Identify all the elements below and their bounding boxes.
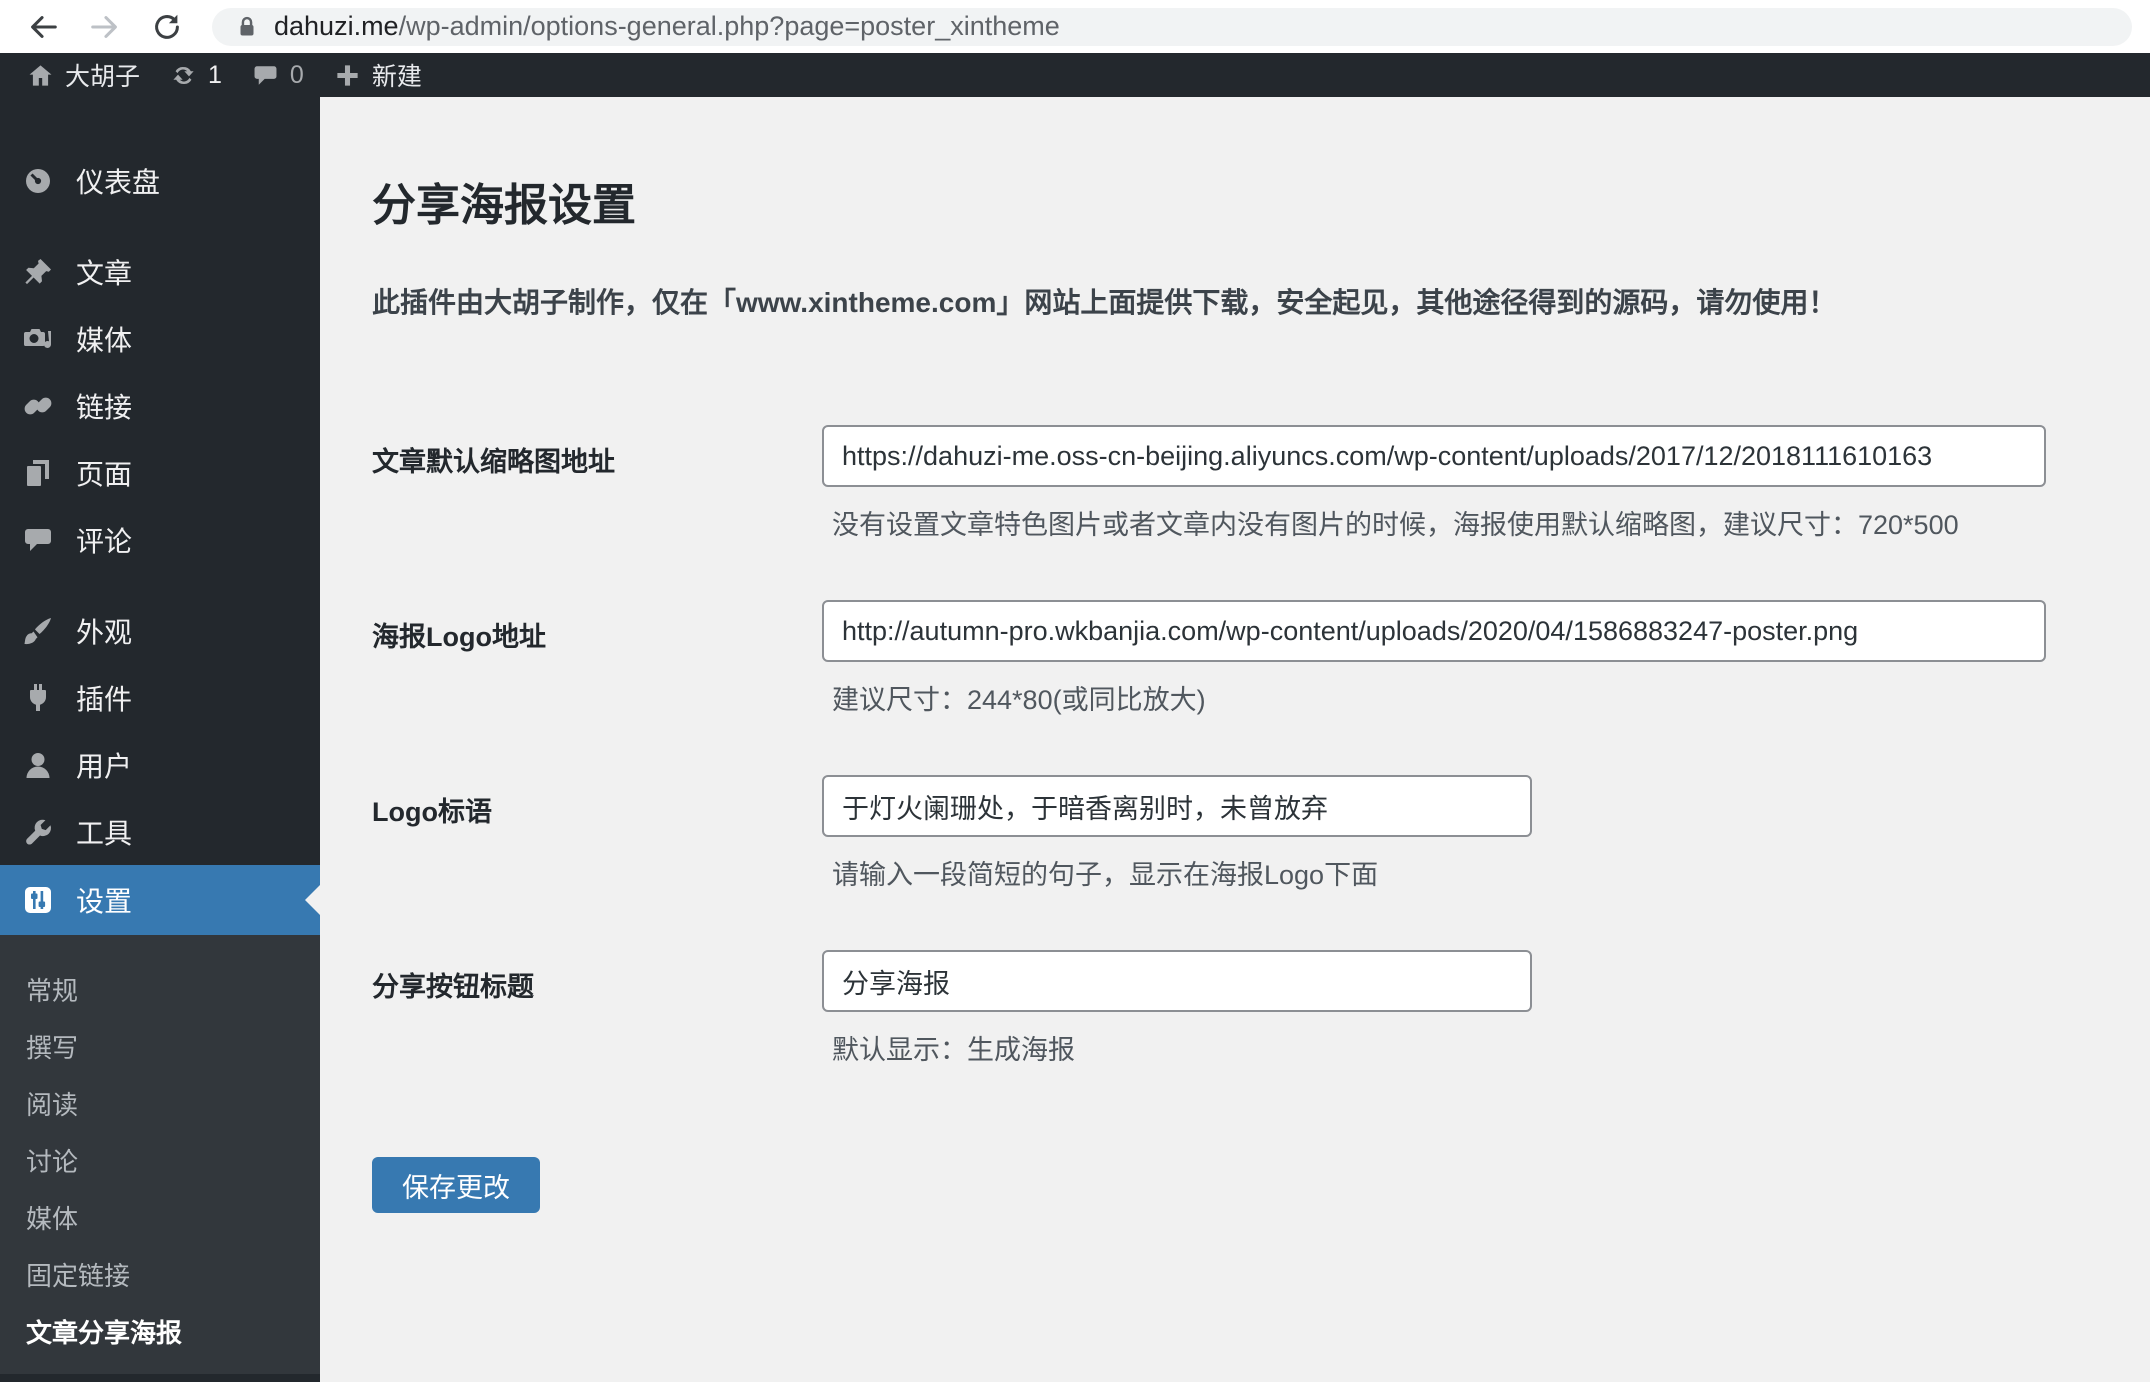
field-label: 海报Logo地址 — [372, 622, 546, 652]
sidebar-item-label: 文章 — [76, 257, 133, 289]
url-domain: dahuzi.me — [274, 11, 399, 41]
field-help: 请输入一段简短的句子，显示在海报Logo下面 — [832, 860, 1379, 890]
sidebar-item-comments[interactable]: 评论 — [0, 506, 320, 573]
sidebar-item-label: 评论 — [76, 525, 133, 557]
user-icon — [22, 749, 54, 781]
home-icon — [29, 64, 52, 86]
new-content-label: 新建 — [371, 63, 422, 91]
browser-forward-icon[interactable] — [88, 10, 122, 44]
submenu-item-reading[interactable]: 阅读 — [0, 1077, 320, 1134]
comment-bubble-icon — [22, 524, 54, 556]
sidebar-item-label: 页面 — [76, 458, 133, 490]
field-help: 没有设置文章特色图片或者文章内没有图片的时候，海报使用默认缩略图，建议尺寸：72… — [832, 510, 1959, 540]
browser-reload-icon[interactable] — [150, 10, 184, 44]
sidebar-item-label: 链接 — [76, 391, 133, 423]
browser-toolbar: dahuzi.me/wp-admin/options-general.php?p… — [0, 0, 2150, 53]
admin-bar-new-content[interactable]: 新建 — [319, 53, 437, 97]
comment-icon — [254, 65, 277, 85]
plugin-notice: 此插件由大胡子制作，仅在「www.xintheme.com」网站上面提供下载，安… — [372, 287, 1837, 318]
update-icon — [173, 66, 194, 84]
sidebar-item-media[interactable]: 媒体 — [0, 305, 320, 372]
page-title: 分享海报设置 — [372, 181, 636, 230]
dashboard-icon — [22, 165, 54, 197]
update-count: 1 — [208, 60, 222, 89]
wp-admin-bar: 大胡子 1 0 新建 — [0, 53, 2150, 97]
default-thumbnail-input[interactable] — [822, 425, 2046, 487]
sidebar-item-posts[interactable]: 文章 — [0, 238, 320, 305]
pages-icon — [22, 457, 54, 489]
settings-page: 分享海报设置 此插件由大胡子制作，仅在「www.xintheme.com」网站上… — [320, 97, 2150, 1382]
sidebar-item-label: 媒体 — [76, 324, 133, 356]
sidebar-item-label: 工具 — [76, 817, 133, 849]
sidebar-item-plugins[interactable]: 插件 — [0, 664, 320, 731]
field-label: Logo标语 — [372, 797, 492, 827]
sidebar-item-tools[interactable]: 工具 — [0, 798, 320, 865]
sidebar-item-label: 外观 — [76, 616, 133, 648]
sidebar-item-dashboard[interactable]: 仪表盘 — [0, 147, 320, 214]
field-help: 默认显示：生成海报 — [832, 1035, 1075, 1065]
url-text: dahuzi.me/wp-admin/options-general.php?p… — [274, 11, 1060, 42]
sidebar-item-appearance[interactable]: 外观 — [0, 597, 320, 664]
logo-slogan-input[interactable] — [822, 775, 1532, 837]
field-label: 分享按钮标题 — [372, 972, 534, 1002]
field-label: 文章默认缩略图地址 — [372, 447, 615, 477]
submenu-item-permalinks[interactable]: 固定链接 — [0, 1248, 320, 1305]
paintbrush-icon — [22, 615, 54, 647]
sidebar-item-settings[interactable]: 设置 — [0, 865, 320, 935]
submenu-item-poster-share[interactable]: 文章分享海报 — [0, 1305, 320, 1362]
link-icon — [22, 390, 54, 422]
share-button-title-input[interactable] — [822, 950, 1532, 1012]
admin-bar-comments[interactable]: 0 — [237, 53, 319, 97]
submenu-item-discussion[interactable]: 讨论 — [0, 1134, 320, 1191]
sidebar-item-pages[interactable]: 页面 — [0, 439, 320, 506]
media-icon — [22, 323, 54, 355]
url-path: /wp-admin/options-general.php?page=poste… — [398, 11, 1060, 41]
browser-back-icon[interactable] — [26, 10, 60, 44]
sidebar-item-links[interactable]: 链接 — [0, 372, 320, 439]
sidebar-item-label: 仪表盘 — [76, 166, 161, 198]
submenu-item-media[interactable]: 媒体 — [0, 1191, 320, 1248]
url-bar[interactable]: dahuzi.me/wp-admin/options-general.php?p… — [212, 7, 2132, 46]
sidebar-item-users[interactable]: 用户 — [0, 731, 320, 798]
submenu-item-writing[interactable]: 撰写 — [0, 1020, 320, 1077]
admin-bar-site-menu[interactable]: 大胡子 — [12, 53, 155, 97]
settings-submenu: 常规 撰写 阅读 讨论 媒体 固定链接 文章分享海报 — [0, 935, 320, 1374]
poster-logo-input[interactable] — [822, 600, 2046, 662]
wrench-icon — [22, 816, 54, 848]
sidebar-item-label: 用户 — [76, 750, 133, 782]
save-button[interactable]: 保存更改 — [372, 1157, 540, 1213]
form-row-share-button-title: 分享按钮标题 默认显示：生成海报 — [372, 950, 2090, 1067]
field-help: 建议尺寸：244*80(或同比放大) — [832, 685, 1206, 715]
sidebar-item-label: 插件 — [76, 683, 133, 715]
comment-count: 0 — [289, 60, 304, 89]
lock-icon — [240, 16, 254, 36]
admin-sidebar: 仪表盘 文章 媒体 链接 页面 评论 外观 插件 用户 工具 设置 常规 撰写 … — [0, 97, 320, 1382]
form-row-default-thumbnail: 文章默认缩略图地址 没有设置文章特色图片或者文章内没有图片的时候，海报使用默认缩… — [372, 425, 2090, 542]
plus-icon — [337, 64, 358, 86]
admin-bar-updates[interactable]: 1 — [155, 53, 237, 97]
settings-sliders-icon — [22, 884, 54, 916]
submenu-item-general[interactable]: 常规 — [0, 963, 320, 1020]
form-row-logo-slogan: Logo标语 请输入一段简短的句子，显示在海报Logo下面 — [372, 775, 2090, 892]
pushpin-icon — [22, 256, 54, 288]
plug-icon — [22, 682, 54, 714]
site-name: 大胡子 — [65, 63, 141, 91]
form-row-poster-logo: 海报Logo地址 建议尺寸：244*80(或同比放大) — [372, 600, 2090, 717]
sidebar-item-label: 设置 — [76, 886, 133, 917]
